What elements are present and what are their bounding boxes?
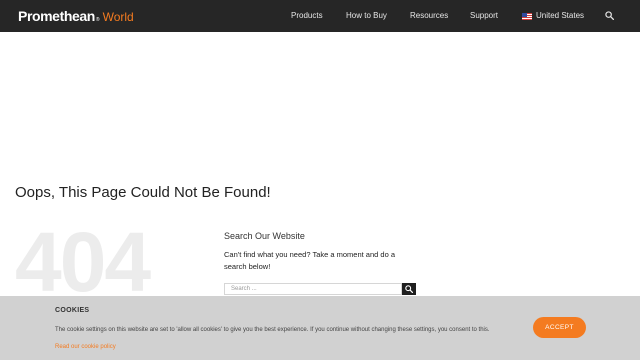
search-icon xyxy=(405,285,413,293)
cookie-title: COOKIES xyxy=(55,307,90,314)
search-submit-button[interactable] xyxy=(402,283,416,295)
accept-cookies-button[interactable]: ACCEPT xyxy=(533,317,586,338)
cookie-policy-link[interactable]: Read our cookie policy xyxy=(55,344,116,350)
error-code-404: 404 xyxy=(15,215,151,309)
region-selector[interactable]: United States xyxy=(536,11,584,20)
search-widget-title: Search Our Website xyxy=(224,231,305,241)
search-input[interactable]: Search ... xyxy=(224,283,402,295)
promethean-logo[interactable]: Promethean ® World xyxy=(18,8,134,26)
logo-registered-mark: ® xyxy=(95,17,100,23)
cookie-consent-bar: COOKIES The cookie settings on this webs… xyxy=(0,296,640,360)
search-widget-text: Can't find what you need? Take a moment … xyxy=(224,250,395,271)
search-icon[interactable] xyxy=(605,11,614,20)
logo-world-label: World xyxy=(102,10,134,24)
cookie-description: The cookie settings on this website are … xyxy=(55,327,490,333)
nav-item-products[interactable]: Products xyxy=(291,11,323,20)
us-flag-icon xyxy=(522,13,532,20)
nav-item-resources[interactable]: Resources xyxy=(410,11,448,20)
nav-item-support[interactable]: Support xyxy=(470,11,498,20)
logo-wordmark: Promethean xyxy=(18,8,95,24)
page-title: Oops, This Page Could Not Be Found! xyxy=(15,184,271,201)
top-navigation-bar: Promethean ® World Products How to Buy R… xyxy=(0,0,640,32)
nav-item-how-to-buy[interactable]: How to Buy xyxy=(346,11,387,20)
